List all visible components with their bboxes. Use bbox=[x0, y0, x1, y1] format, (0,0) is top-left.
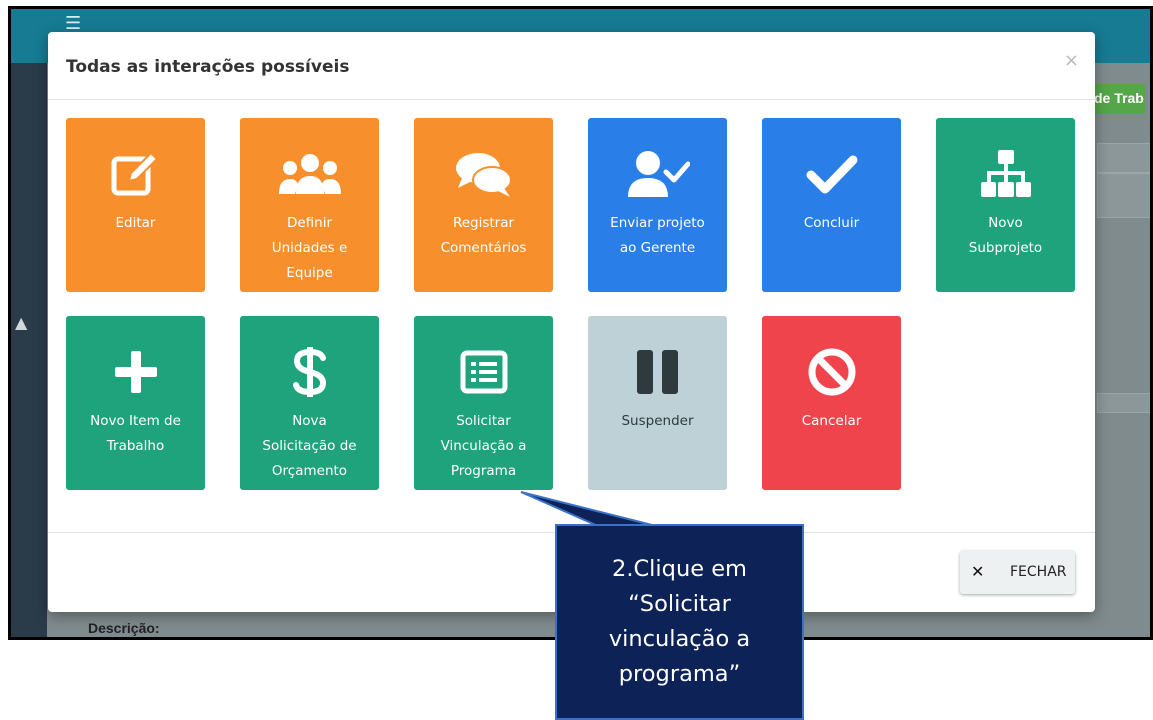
background-panel bbox=[1097, 393, 1150, 413]
user-check-icon bbox=[588, 146, 727, 202]
background-panel bbox=[1097, 143, 1150, 173]
modal-header: Todas as interações possíveis × bbox=[48, 32, 1095, 100]
callout-box: 2.Clique em “Solicitar vinculação a prog… bbox=[555, 524, 804, 720]
tile-novo-subprojeto[interactable]: Novo Subprojeto bbox=[936, 118, 1075, 292]
tile-novo-item-trabalho[interactable]: Novo Item de Trabalho bbox=[66, 316, 205, 490]
comments-icon bbox=[414, 146, 553, 202]
tile-label: Novo Item de Trabalho bbox=[90, 413, 181, 454]
check-icon bbox=[762, 146, 901, 202]
descricao-label: Descrição: bbox=[88, 620, 160, 636]
hamburger-menu-icon[interactable]: ☰ bbox=[65, 15, 81, 33]
fechar-button[interactable]: ✕ FECHAR bbox=[960, 551, 1075, 594]
plus-icon bbox=[66, 344, 205, 400]
ban-icon bbox=[762, 344, 901, 400]
app-sidebar: ▲ bbox=[11, 63, 47, 637]
tile-label: Concluir bbox=[803, 215, 860, 231]
tile-label: Registrar Comentários bbox=[440, 215, 527, 256]
fechar-label: FECHAR bbox=[1010, 564, 1067, 580]
tile-label: Enviar projeto ao Gerente bbox=[610, 215, 705, 256]
sidebar-caret-icon: ▲ bbox=[15, 313, 28, 332]
close-icon: ✕ bbox=[971, 562, 985, 581]
tile-suspender[interactable]: Suspender bbox=[588, 316, 727, 490]
sitemap-icon bbox=[936, 146, 1075, 202]
background-tab-trabalho: de Trab bbox=[1088, 84, 1145, 114]
tile-label: Definir Unidades e Equipe bbox=[271, 215, 348, 281]
list-alt-icon bbox=[414, 344, 553, 400]
tile-cancelar[interactable]: Cancelar bbox=[762, 316, 901, 490]
edit-icon bbox=[66, 146, 205, 202]
tile-concluir[interactable]: Concluir bbox=[762, 118, 901, 292]
tile-nova-solicitacao-orcamento[interactable]: Nova Solicitação de Orçamento bbox=[240, 316, 379, 490]
callout-text: 2.Clique em “Solicitar vinculação a prog… bbox=[608, 556, 751, 687]
modal-title: Todas as interações possíveis bbox=[66, 57, 350, 77]
users-icon bbox=[240, 146, 379, 202]
screenshot-stage: ☰ ▲ de Trab Descrição: Todas as interaçõ… bbox=[0, 0, 1153, 720]
tile-enviar-projeto[interactable]: Enviar projeto ao Gerente bbox=[588, 118, 727, 292]
tile-registrar-comentarios[interactable]: Registrar Comentários bbox=[414, 118, 553, 292]
tile-definir-unidades[interactable]: Definir Unidades e Equipe bbox=[240, 118, 379, 292]
tile-solicitar-vinculacao[interactable]: Solicitar Vinculação a Programa bbox=[414, 316, 553, 490]
tile-label: Cancelar bbox=[801, 413, 862, 429]
background-panel bbox=[1097, 173, 1150, 218]
tile-label: Editar bbox=[115, 215, 156, 231]
tile-editar[interactable]: Editar bbox=[66, 118, 205, 292]
dollar-icon bbox=[240, 344, 379, 400]
tile-label: Solicitar Vinculação a Programa bbox=[440, 413, 527, 479]
modal-close-icon[interactable]: × bbox=[1064, 50, 1079, 71]
tile-label: Nova Solicitação de Orçamento bbox=[262, 413, 357, 479]
pause-icon bbox=[588, 344, 727, 400]
tile-label: Novo Subprojeto bbox=[968, 215, 1043, 256]
tile-label: Suspender bbox=[621, 413, 694, 429]
